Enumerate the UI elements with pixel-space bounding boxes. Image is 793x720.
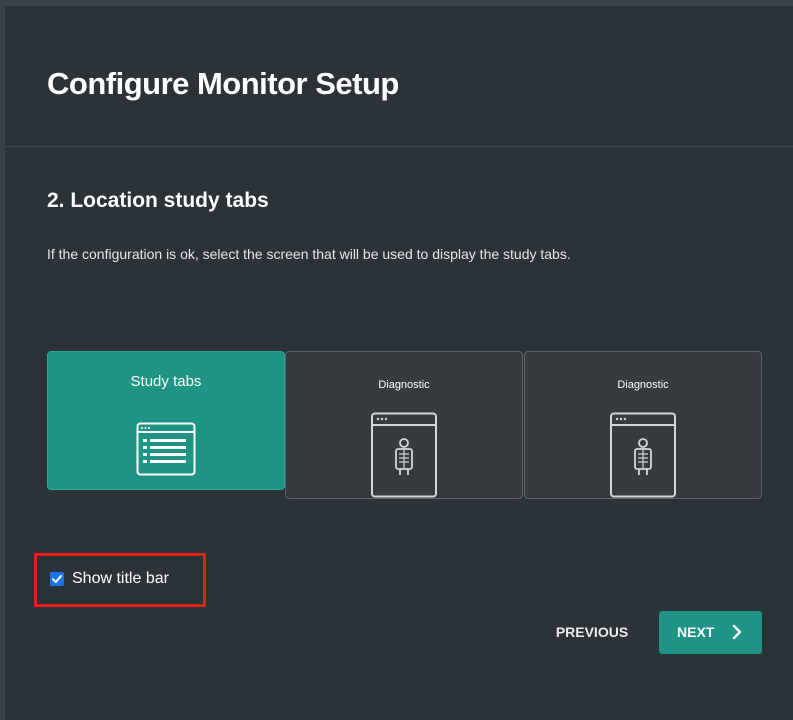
next-button-label: NEXT <box>677 624 715 640</box>
screen-option-diagnostic-2[interactable]: Diagnostic <box>524 351 762 499</box>
screen-option-label: Study tabs <box>130 373 202 390</box>
show-title-bar-highlight: Show title bar <box>34 553 206 607</box>
dialog-header: Configure Monitor Setup <box>5 6 793 147</box>
show-title-bar-label[interactable]: Show title bar <box>72 570 169 588</box>
screen-option-diagnostic-1[interactable]: Diagnostic <box>285 351 523 499</box>
study-tabs-window-icon <box>136 422 196 476</box>
chevron-right-icon <box>732 624 742 640</box>
previous-button[interactable]: PREVIOUS <box>540 612 644 652</box>
checkmark-icon <box>52 575 62 583</box>
show-title-bar-checkbox[interactable] <box>50 572 64 586</box>
screen-option-label: Diagnostic <box>617 379 669 391</box>
xray-window-icon <box>610 412 676 498</box>
section-description: If the configuration is ok, select the s… <box>47 246 571 262</box>
screen-option-label: Diagnostic <box>378 379 430 391</box>
screen-option-study-tabs[interactable]: Study tabs <box>47 351 285 490</box>
section-title: 2. Location study tabs <box>47 189 269 212</box>
xray-window-icon <box>371 412 437 498</box>
dialog-title: Configure Monitor Setup <box>47 66 399 101</box>
next-button[interactable]: NEXT <box>659 611 762 654</box>
